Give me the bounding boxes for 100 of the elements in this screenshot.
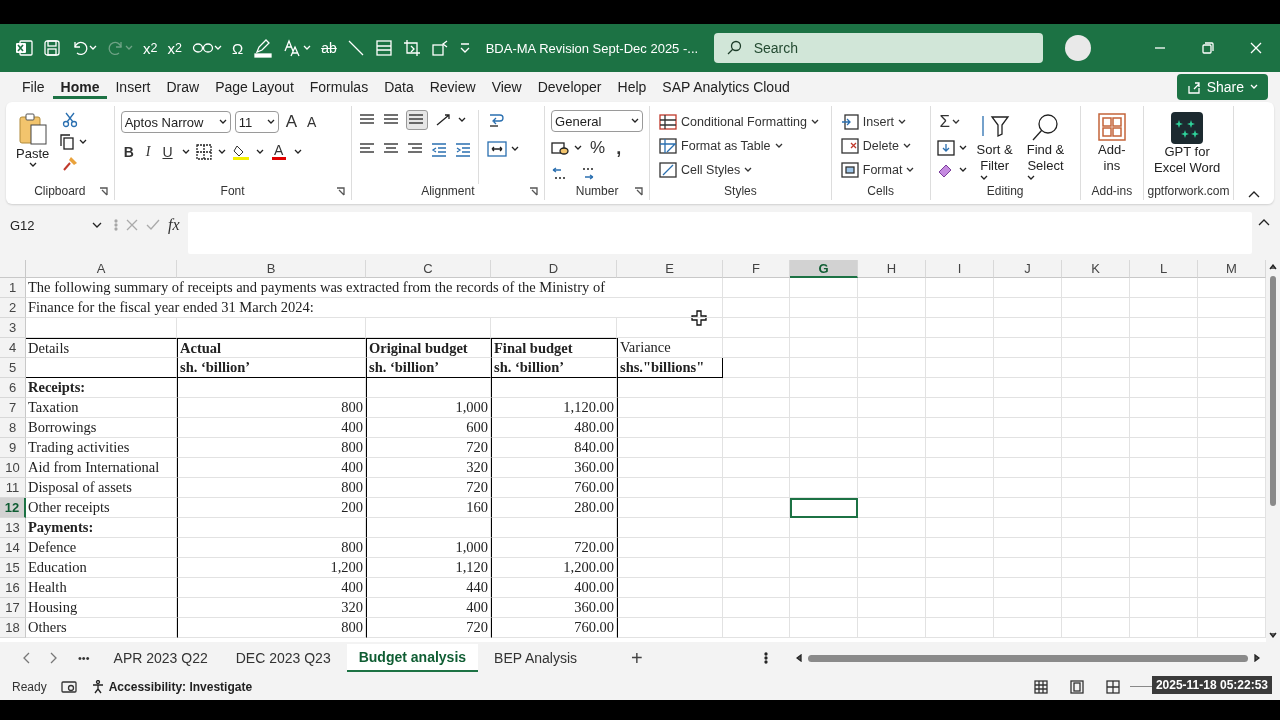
add-sheet-button[interactable]: + xyxy=(623,646,651,670)
ribbon-tab[interactable]: Developer xyxy=(529,75,610,99)
caret-icon[interactable] xyxy=(574,145,583,151)
row-header[interactable]: 7 xyxy=(0,398,26,418)
collapse-formula-icon[interactable] xyxy=(1258,218,1270,226)
row-header[interactable]: 2 xyxy=(0,298,26,318)
symbol-button[interactable]: Ω xyxy=(230,39,245,57)
ribbon-tab[interactable]: Data xyxy=(376,75,422,99)
font-color-button[interactable]: A xyxy=(269,144,288,160)
launcher-icon[interactable] xyxy=(634,187,644,196)
decrease-indent-icon[interactable] xyxy=(429,140,448,158)
dropdown-caret-icon[interactable] xyxy=(218,119,227,125)
caret-icon[interactable] xyxy=(28,162,37,169)
comma-button[interactable]: , xyxy=(613,139,625,157)
caret-icon[interactable] xyxy=(79,139,88,145)
font-name-field[interactable]: Aptos Narrow xyxy=(120,111,231,133)
column-header[interactable]: I xyxy=(926,260,994,278)
sheet-tab[interactable]: DEC 2023 Q23 xyxy=(223,644,343,672)
bold-button[interactable]: B xyxy=(120,142,137,162)
caret-icon[interactable] xyxy=(898,119,907,125)
fill-color-icon[interactable] xyxy=(231,143,250,161)
dropdown-caret-icon[interactable] xyxy=(266,119,275,125)
styles-menu-button[interactable]: Format as Table xyxy=(656,136,822,156)
caret-icon[interactable] xyxy=(255,149,264,155)
caret-icon[interactable] xyxy=(902,143,911,149)
column-header[interactable]: E xyxy=(617,260,723,278)
row-header[interactable]: 18 xyxy=(0,618,26,638)
scrollbar-thumb[interactable] xyxy=(808,654,1248,662)
ribbon-tab[interactable]: Review xyxy=(421,75,484,99)
dropdown-caret-icon[interactable] xyxy=(631,118,640,124)
caret-icon[interactable] xyxy=(810,119,819,125)
column-header[interactable]: L xyxy=(1130,260,1198,278)
ribbon-tab[interactable]: Page Layout xyxy=(207,75,302,99)
styles-menu-button[interactable]: Cell Styles xyxy=(656,160,822,180)
row-header[interactable]: 16 xyxy=(0,578,26,598)
page-layout-view-icon[interactable] xyxy=(1070,680,1084,694)
ribbon-tab[interactable]: Help xyxy=(609,75,655,99)
insert-function-button[interactable]: fx xyxy=(168,216,180,234)
ribbon-tab[interactable]: Home xyxy=(52,75,108,99)
grow-font-button[interactable]: A xyxy=(282,110,300,134)
macro-recorder-icon[interactable] xyxy=(60,680,77,694)
pen-icon[interactable] xyxy=(252,38,275,58)
underline-button[interactable]: U xyxy=(159,142,176,162)
cells-menu-button[interactable]: Delete xyxy=(837,136,918,156)
scrollbar-thumb[interactable] xyxy=(1270,276,1276,506)
row-header[interactable]: 9 xyxy=(0,438,26,458)
column-header[interactable]: C xyxy=(366,260,491,278)
column-header[interactable]: J xyxy=(994,260,1062,278)
name-box[interactable]: G12 xyxy=(6,212,106,238)
paste-button[interactable]: Paste xyxy=(12,110,54,184)
gpt-add-in-button[interactable]: GPT for Excel Word xyxy=(1150,110,1225,184)
column-header[interactable]: K xyxy=(1062,260,1130,278)
row-header[interactable]: 10 xyxy=(0,458,26,478)
sheet-tab[interactable]: BEP Analysis xyxy=(482,644,590,672)
number-format-field[interactable]: General xyxy=(551,110,644,132)
caret-icon[interactable] xyxy=(958,145,967,151)
save-icon[interactable] xyxy=(42,39,62,57)
copy-icon[interactable] xyxy=(59,134,76,150)
ribbon-tab[interactable]: File xyxy=(14,75,53,99)
column-header[interactable]: A xyxy=(26,260,177,278)
row-header[interactable]: 3 xyxy=(0,318,26,338)
ribbon-tab[interactable]: Formulas xyxy=(301,75,377,99)
ribbon-tab[interactable]: SAP Analytics Cloud xyxy=(654,75,798,99)
scroll-right-icon[interactable] xyxy=(1254,654,1260,662)
italic-button[interactable]: I xyxy=(142,142,154,162)
merge-cells-icon[interactable] xyxy=(486,140,507,158)
caret-icon[interactable] xyxy=(906,167,915,173)
normal-view-icon[interactable] xyxy=(1034,680,1048,694)
scroll-down-icon[interactable] xyxy=(1269,632,1277,638)
avatar[interactable] xyxy=(1064,35,1091,61)
row-header[interactable]: 11 xyxy=(0,478,26,498)
link-button[interactable] xyxy=(190,41,223,55)
ribbon-tab[interactable]: Insert xyxy=(107,75,159,99)
share-button[interactable]: Share xyxy=(1176,74,1268,100)
row-header[interactable]: 5 xyxy=(0,358,26,378)
column-header[interactable]: H xyxy=(858,260,926,278)
shape-icon[interactable] xyxy=(429,39,450,57)
launcher-icon[interactable] xyxy=(98,187,108,196)
launcher-icon[interactable] xyxy=(529,187,539,196)
sheet-tab[interactable]: Budget analysis xyxy=(346,644,479,672)
vertical-dots-icon[interactable] xyxy=(764,651,768,665)
row-header[interactable]: 4 xyxy=(0,338,26,358)
caret-icon[interactable] xyxy=(980,174,989,181)
row-header[interactable]: 17 xyxy=(0,598,26,618)
increase-indent-icon[interactable] xyxy=(453,140,472,158)
launcher-icon[interactable] xyxy=(335,187,345,196)
collapse-ribbon-icon[interactable] xyxy=(1248,190,1260,198)
column-header[interactable]: G xyxy=(790,260,858,278)
excel-logo-icon[interactable] xyxy=(14,39,34,57)
row-header[interactable]: 12 xyxy=(0,498,26,518)
fill-down-icon[interactable] xyxy=(936,140,955,156)
caret-icon[interactable] xyxy=(774,143,783,149)
sheet-tab[interactable]: APR 2023 Q22 xyxy=(101,644,220,672)
scroll-left-icon[interactable] xyxy=(796,654,802,662)
caret-icon[interactable] xyxy=(510,146,519,152)
active-cell[interactable] xyxy=(790,498,858,518)
cells-menu-button[interactable]: Insert xyxy=(837,112,918,132)
row-header[interactable]: 6 xyxy=(0,378,26,398)
currency-icon[interactable] xyxy=(551,140,570,156)
row-header[interactable]: 15 xyxy=(0,558,26,578)
